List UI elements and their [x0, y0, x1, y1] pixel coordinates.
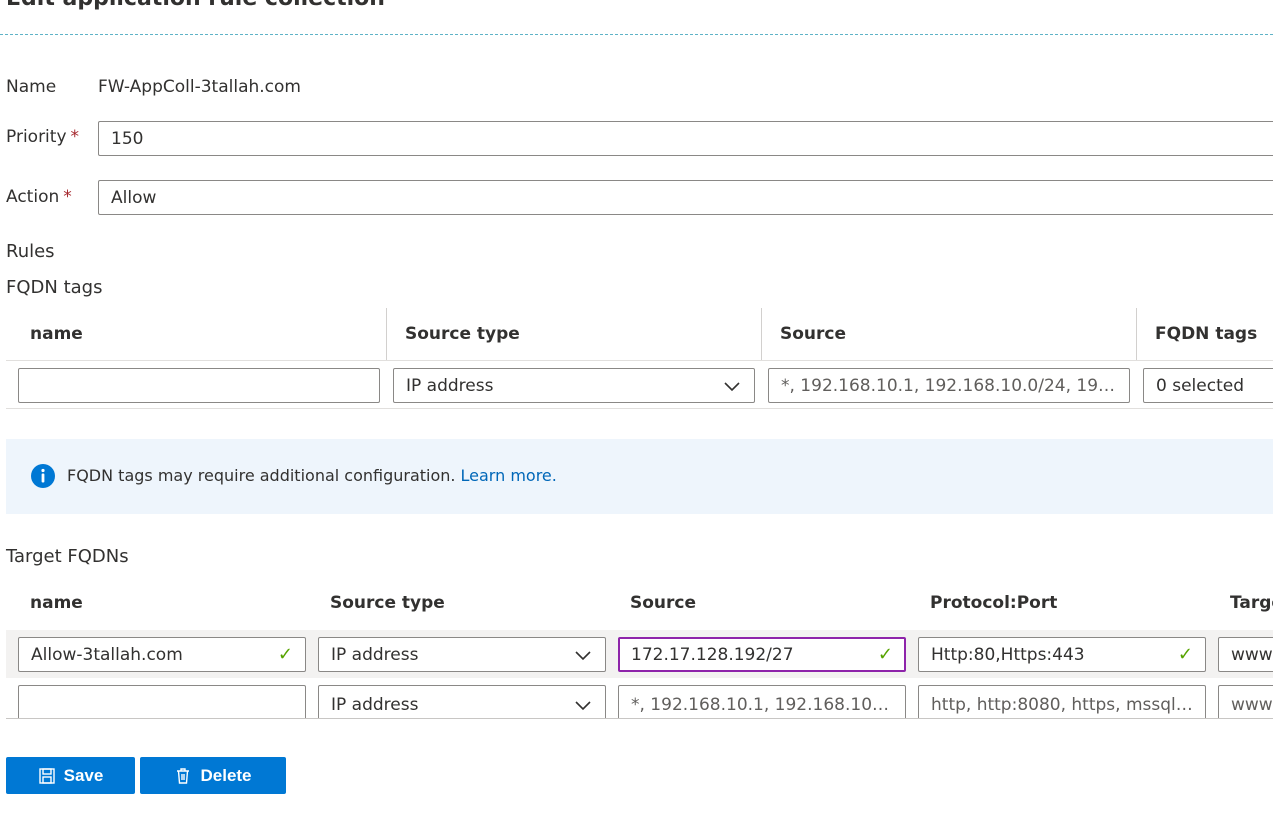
target-row1-protocol-port-value: Http:80,Https:443 — [931, 644, 1085, 665]
target-row2-name-input[interactable] — [18, 685, 306, 718]
priority-input-value: 150 — [111, 128, 144, 149]
chevron-down-icon — [575, 701, 591, 711]
target-col-source-type: Source type — [330, 593, 445, 613]
save-button[interactable]: Save — [6, 757, 135, 794]
fqdn-col-source: Source — [780, 324, 847, 344]
target-row2-source-input[interactable]: *, 192.168.10.1, 192.168.10.0... — [618, 685, 906, 718]
fqdn-row-source-type-select[interactable]: IP address — [393, 368, 755, 403]
target-row1-source-input[interactable]: 172.17.128.192/27 ✓ — [618, 637, 906, 672]
name-label: Name — [6, 77, 57, 97]
target-row1-target-value: www — [1231, 644, 1273, 665]
delete-button[interactable]: Delete — [140, 757, 286, 794]
target-row2-target-input[interactable]: www — [1218, 685, 1273, 718]
target-col-target: Targe — [1230, 593, 1273, 613]
info-icon — [31, 464, 55, 488]
grid-row-line — [6, 408, 1273, 409]
fqdn-col-source-type: Source type — [405, 324, 520, 344]
target-row1-source-type-value: IP address — [331, 644, 419, 665]
fqdn-row-tags-value: 0 selected — [1156, 375, 1244, 396]
save-icon — [38, 767, 55, 784]
target-row1-target-input[interactable]: www — [1218, 637, 1273, 672]
target-row2-target-placeholder: www — [1231, 695, 1273, 715]
action-select[interactable]: Allow — [98, 180, 1273, 215]
chevron-down-icon — [575, 650, 591, 660]
fqdn-row-source-placeholder: *, 192.168.10.1, 192.168.10.0/24, 192...… — [781, 375, 1117, 396]
info-message-text: FQDN tags may require additional configu… — [67, 466, 456, 485]
required-marker: * — [70, 127, 80, 147]
action-select-value: Allow — [111, 187, 157, 208]
target-row2-source-type-value: IP address — [331, 695, 419, 715]
target-row1-source-type-select[interactable]: IP address — [318, 637, 606, 672]
target-col-source: Source — [630, 593, 697, 613]
priority-input[interactable]: 150 — [98, 121, 1273, 156]
fqdn-col-tags: FQDN tags — [1155, 324, 1258, 344]
fqdn-row-name-input[interactable] — [18, 368, 380, 403]
table-row: IP address *, 192.168.10.1, 192.168.10.0… — [0, 680, 1273, 718]
learn-more-link[interactable]: Learn more. — [461, 466, 557, 485]
target-fqdns-section-label: Target FQDNs — [6, 546, 129, 567]
info-message: FQDN tags may require additional configu… — [67, 466, 557, 485]
target-col-name: name — [30, 593, 83, 613]
priority-label-text: Priority — [6, 127, 67, 147]
grid-bottom-line — [6, 718, 1273, 719]
target-row2-source-placeholder: *, 192.168.10.1, 192.168.10.0... — [631, 695, 893, 715]
checkmark-icon: ✓ — [277, 644, 293, 665]
fqdn-row-source-input[interactable]: *, 192.168.10.1, 192.168.10.0/24, 192...… — [768, 368, 1130, 403]
target-row1-name-input[interactable]: Allow-3tallah.com ✓ — [18, 637, 306, 672]
delete-button-label: Delete — [200, 765, 252, 785]
fqdn-row-tags-select[interactable]: 0 selected — [1143, 368, 1273, 403]
required-marker: * — [63, 187, 72, 207]
target-row1-name-value: Allow-3tallah.com — [31, 644, 183, 665]
fqdn-tags-section-label: FQDN tags — [6, 277, 103, 298]
target-row2-source-type-select[interactable]: IP address — [318, 685, 606, 718]
action-label-text: Action — [6, 187, 60, 207]
column-separator — [1136, 308, 1137, 360]
target-row1-source-value: 172.17.128.192/27 — [631, 644, 794, 665]
chevron-down-icon — [724, 381, 740, 391]
target-row2-protocol-port-placeholder: http, http:8080, https, mssql:... — [931, 695, 1193, 715]
trash-icon — [177, 767, 190, 784]
checkmark-icon: ✓ — [1177, 644, 1193, 665]
checkmark-icon: ✓ — [877, 644, 893, 665]
action-label: Action * — [6, 187, 72, 207]
grid-header-line — [6, 360, 1273, 361]
target-row2-protocol-port-input[interactable]: http, http:8080, https, mssql:... — [918, 685, 1206, 718]
column-separator — [386, 308, 387, 360]
fqdn-row-source-type-value: IP address — [406, 375, 494, 396]
priority-label: Priority * — [6, 127, 79, 147]
target-col-protocol-port: Protocol:Port — [930, 593, 1058, 613]
page-title: Edit application rule collection — [6, 0, 385, 11]
target-row1-protocol-port-input[interactable]: Http:80,Https:443 ✓ — [918, 637, 1206, 672]
save-button-label: Save — [63, 765, 104, 785]
title-divider — [0, 34, 1273, 35]
column-separator — [761, 308, 762, 360]
rules-label: Rules — [6, 241, 55, 262]
name-value: FW-AppColl-3tallah.com — [98, 77, 301, 97]
fqdn-col-name: name — [30, 324, 83, 344]
